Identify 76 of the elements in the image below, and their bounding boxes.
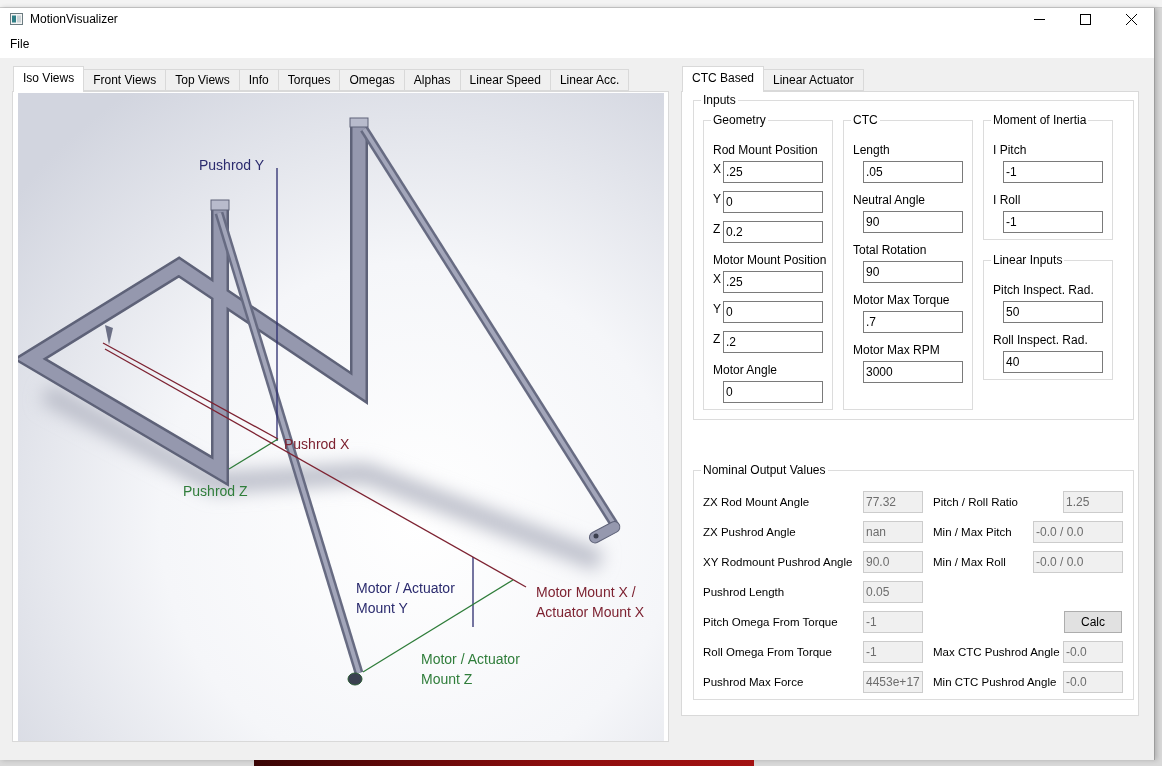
input-field[interactable]: 90 (863, 211, 963, 233)
group-title: Geometry (712, 113, 767, 127)
axis-letter: X (713, 271, 722, 287)
axis-label: Pushrod Z (183, 482, 248, 501)
output-label: Max CTC Pushrod Angle (933, 646, 1060, 658)
input-field[interactable]: 3000 (863, 361, 963, 383)
view-tab[interactable]: Omegas (339, 69, 405, 91)
input-field[interactable]: 0.2 (723, 221, 823, 243)
view-tab[interactable]: Linear Acc. (549, 69, 630, 91)
input-field[interactable]: .25 (723, 271, 823, 293)
input-field[interactable]: 0 (723, 191, 823, 213)
group-title: Linear Inputs (992, 253, 1064, 267)
calc-tab[interactable]: Linear Actuator (763, 69, 864, 91)
view-tab[interactable]: Front Views (83, 69, 167, 91)
field-label: Total Rotation (853, 243, 927, 257)
view-tab[interactable]: Torques (277, 69, 341, 91)
axis-label: Pushrod Y (199, 156, 265, 175)
field-label: Length (853, 143, 890, 157)
field-label: Pitch Inspect. Rad. (993, 283, 1094, 297)
output-label: Pushrod Max Force (703, 676, 805, 688)
output-label: Min / Max Pitch (933, 526, 1012, 538)
input-field[interactable]: 50 (1003, 301, 1103, 323)
view-tab[interactable]: Linear Speed (459, 69, 551, 91)
output-label: Pushrod Length (703, 586, 786, 598)
close-icon (1125, 13, 1137, 25)
group-title: Nominal Output Values (702, 463, 827, 477)
output-label: Pitch / Roll Ratio (933, 496, 1018, 508)
view-tab[interactable]: Iso Views (13, 66, 85, 92)
field-label: Roll Inspect. Rad. (993, 333, 1088, 347)
input-field[interactable]: -1 (1003, 161, 1103, 183)
view-tab[interactable]: Alphas (403, 69, 461, 91)
output-label: Pitch Omega From Torque (703, 616, 839, 628)
field-label: Motor Max RPM (853, 343, 940, 357)
input-field[interactable]: .05 (863, 161, 963, 183)
output-label: XY Rodmount Pushrod Angle (703, 556, 854, 568)
output-label: ZX Rod Mount Angle (703, 496, 811, 508)
field-label: I Pitch (993, 143, 1027, 157)
field-label: Motor Max Torque (853, 293, 950, 307)
axis-letter: Y (713, 301, 722, 317)
calc-tab[interactable]: CTC Based (682, 66, 765, 92)
field-label: Motor Angle (713, 363, 778, 377)
menu-item[interactable]: File (4, 35, 36, 53)
input-field[interactable]: .7 (863, 311, 963, 333)
group-title: Inputs (702, 93, 737, 107)
output-label: Roll Omega From Torque (703, 646, 833, 658)
view-tab[interactable]: Top Views (165, 69, 240, 91)
axis-label: Motor / Actuator Mount Y (356, 579, 455, 618)
input-field[interactable]: 90 (863, 261, 963, 283)
field-label: Rod Mount Position (713, 143, 818, 157)
input-field[interactable]: .2 (723, 331, 823, 353)
view-tab[interactable]: Info (238, 69, 279, 91)
input-field[interactable]: 0 (723, 301, 823, 323)
axis-label: Motor / Actuator Mount Z (421, 650, 520, 689)
output-label: Min / Max Roll (933, 556, 1006, 568)
app-icon (10, 13, 23, 25)
axis-letter: Z (713, 221, 722, 237)
bracket (105, 325, 113, 345)
field-label: Motor Mount Position (713, 253, 827, 267)
output-label: Min CTC Pushrod Angle (933, 676, 1057, 688)
axis-label: Motor Mount X / Actuator Mount X (536, 583, 645, 622)
window-title: MotionVisualizer (30, 12, 118, 26)
rod-end-cap (347, 672, 363, 686)
calc-button[interactable]: Calc (1064, 611, 1122, 633)
input-field[interactable]: .25 (723, 161, 823, 183)
field-label: Neutral Angle (853, 193, 926, 207)
maximize-icon (1079, 13, 1091, 25)
input-field[interactable]: 0 (723, 381, 823, 403)
output-label: ZX Pushrod Angle (703, 526, 797, 538)
axis-letter: Z (713, 331, 722, 347)
group-title: CTC (852, 113, 879, 127)
input-field[interactable]: 40 (1003, 351, 1103, 373)
input-field[interactable]: -1 (1003, 211, 1103, 233)
group-title: Moment of Inertia (992, 113, 1088, 127)
axis-letter: Y (713, 191, 722, 207)
axis-letter: X (713, 161, 722, 177)
field-label: I Roll (993, 193, 1021, 207)
